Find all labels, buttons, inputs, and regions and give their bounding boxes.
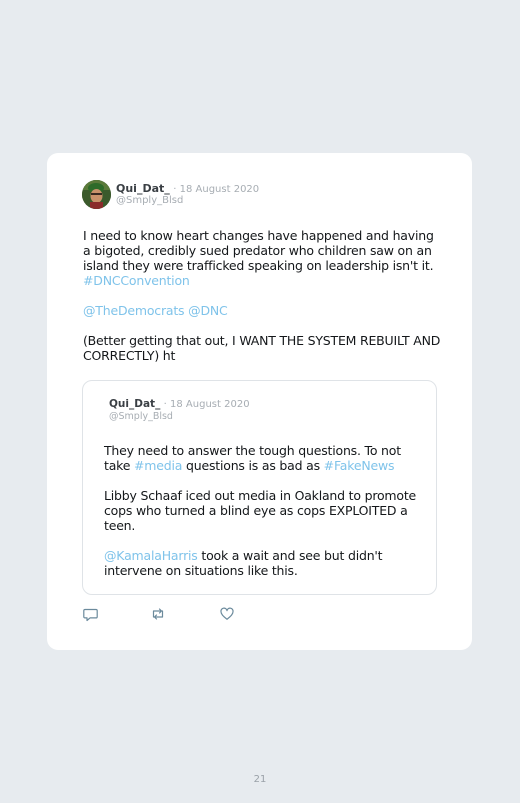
author-handle[interactable]: @Smply_Blsd <box>116 195 183 206</box>
quoted-paragraph: Libby Schaaf iced out media in Oakland t… <box>104 488 424 533</box>
author-line: Qui_Dat_ · 18 August 2020 <box>116 182 259 195</box>
quoted-author-line: Qui_Dat_ · 18 August 2020 <box>109 398 250 410</box>
quoted-tweet-date[interactable]: · 18 August 2020 <box>164 399 250 410</box>
mention-link[interactable]: @KamalaHarris <box>104 548 198 563</box>
tweet-paragraph: (Better getting that out, I WANT THE SYS… <box>83 333 443 363</box>
heart-icon[interactable] <box>219 606 235 622</box>
tweet-paragraph: I need to know heart changes have happen… <box>83 228 443 288</box>
quoted-text: Libby Schaaf iced out media in Oakland t… <box>104 488 417 533</box>
tweet-paragraph: @TheDemocrats @DNC <box>83 303 443 318</box>
tweet-text: (Better getting that out, I WANT THE SYS… <box>83 333 441 363</box>
tweet-date[interactable]: · 18 August 2020 <box>173 184 259 195</box>
hashtag-link[interactable]: #DNCConvention <box>83 273 190 288</box>
hashtag-link[interactable]: #media <box>134 458 182 473</box>
quoted-author-handle[interactable]: @Smply_Blsd <box>109 411 173 422</box>
author-name[interactable]: Qui_Dat_ <box>116 182 170 195</box>
quoted-paragraph: @KamalaHarris took a wait and see but di… <box>104 548 424 578</box>
quoted-paragraph: They need to answer the tough questions.… <box>104 443 424 473</box>
page-number: 21 <box>253 774 267 785</box>
mention-link[interactable]: @DNC <box>188 303 228 318</box>
mention-link[interactable]: @TheDemocrats <box>83 303 185 318</box>
avatar[interactable] <box>82 180 111 209</box>
tweet-card: Qui_Dat_ · 18 August 2020 @Smply_Blsd I … <box>47 153 472 650</box>
avatar-image <box>82 180 111 209</box>
hashtag-link[interactable]: #FakeNews <box>324 458 395 473</box>
quoted-text: questions is as bad as <box>182 458 324 473</box>
retweet-icon[interactable] <box>150 606 166 622</box>
quoted-author-name[interactable]: Qui_Dat_ <box>109 398 160 410</box>
tweet-text: I need to know heart changes have happen… <box>83 228 434 273</box>
quoted-body: They need to answer the tough questions.… <box>104 443 424 593</box>
tweet-body: I need to know heart changes have happen… <box>83 228 443 378</box>
reply-icon[interactable] <box>83 606 99 622</box>
quoted-tweet[interactable]: Qui_Dat_ · 18 August 2020 @Smply_Blsd Th… <box>82 380 437 595</box>
